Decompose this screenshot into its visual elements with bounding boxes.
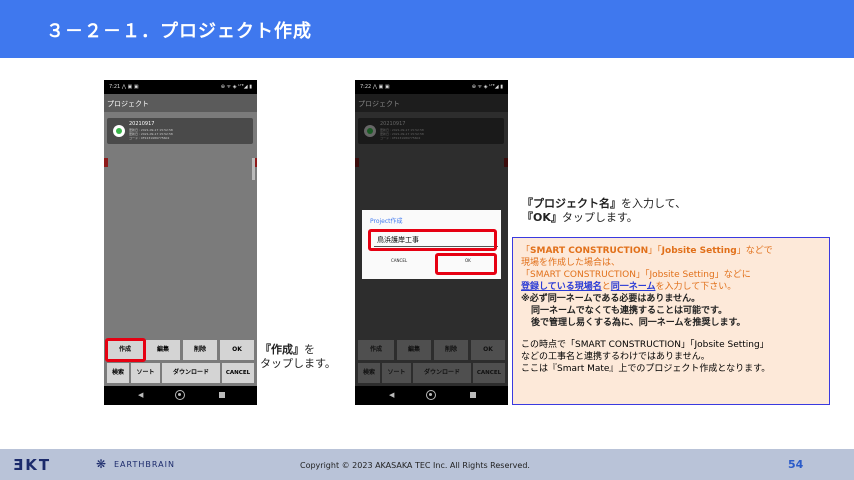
project-list-item[interactable]: 20210917 更新日 : 2021-09-17 15:52:58 更新日 :… (107, 118, 255, 180)
back-icon[interactable]: ◀ (138, 391, 143, 399)
caption-tap-create: 『作成』を タップします。 (260, 343, 336, 370)
dialog-cancel-button[interactable]: CANCEL (391, 258, 407, 263)
back-icon[interactable]: ◀ (389, 391, 394, 399)
sort-button[interactable]: ソート (382, 363, 411, 383)
scrollbar[interactable] (252, 158, 255, 180)
edit-button[interactable]: 編集 (397, 340, 431, 360)
dialog-title: Project作成 (370, 218, 403, 225)
recent-apps-icon[interactable] (219, 392, 225, 398)
sort-button[interactable]: ソート (131, 363, 160, 383)
status-time: 7:21 (109, 84, 121, 90)
android-nav-bar: ◀ (355, 386, 508, 405)
slide: ３－２－１．プロジェクト作成 7:21 ⋀ ▣ ▣ ⊕ ᯤ ◈ ᴸᵀᴱ◢ ▮ プ… (0, 0, 854, 480)
caption-enter-name: 『プロジェクト名』を入力して、 『OK』タップします。 (522, 197, 687, 224)
earthbrain-logo: EARTHBRAIN (114, 460, 175, 469)
project-list-item[interactable]: 20210917 更新日 : 2021-09-17 15:52:58 更新日 :… (358, 118, 504, 144)
edit-button[interactable]: 編集 (146, 340, 180, 360)
home-icon[interactable] (426, 390, 436, 400)
home-icon[interactable] (175, 390, 185, 400)
ok-button[interactable]: OK (220, 340, 254, 360)
status-bar: 7:21 ⋀ ▣ ▣ ⊕ ᯤ ◈ ᴸᵀᴱ◢ ▮ (104, 80, 257, 94)
button-row-secondary: 検索 ソート ダウンロード CANCEL (358, 363, 505, 383)
edge-marker (104, 158, 108, 167)
search-button[interactable]: 検索 (107, 363, 129, 383)
project-name: 20210917 (380, 121, 406, 127)
edge-marker (355, 158, 359, 167)
delete-button[interactable]: 削除 (434, 340, 468, 360)
create-button[interactable]: 作成 (358, 340, 394, 360)
system-icons: ⊕ ᯤ ◈ ᴸᵀᴱ◢ ▮ (471, 84, 503, 90)
cancel-button[interactable]: CANCEL (222, 363, 254, 383)
slide-footer: ƎKT ❋ EARTHBRAIN Copyright © 2023 AKASAK… (0, 449, 854, 480)
app-title: プロジェクト (355, 94, 508, 112)
selected-radio-icon[interactable] (113, 125, 125, 137)
slide-header: ３－２－１．プロジェクト作成 (0, 0, 854, 58)
download-button[interactable]: ダウンロード (413, 363, 471, 383)
selected-radio-icon[interactable] (364, 125, 376, 137)
edge-marker (504, 158, 508, 167)
system-icons: ⊕ ᯤ ◈ ᴸᵀᴱ◢ ▮ (220, 84, 252, 90)
akt-logo: ƎKT (13, 456, 52, 474)
earthbrain-snowflake-icon: ❋ (96, 457, 107, 471)
notification-icons: ⋀ ▣ ▣ (121, 84, 139, 90)
project-name: 20210917 (129, 121, 155, 127)
download-button[interactable]: ダウンロード (162, 363, 220, 383)
project-meta: 更新日 : 2021-09-17 15:52:58 更新日 : 2021-09-… (380, 128, 424, 140)
phone-screenshot-dialog: 7:22 ⋀ ▣ ▣ ⊕ ᯤ ◈ ᴸᵀᴱ◢ ▮ プロジェクト 20210917 … (355, 80, 508, 405)
recent-apps-icon[interactable] (470, 392, 476, 398)
delete-button[interactable]: 削除 (183, 340, 217, 360)
slide-title: ３－２－１．プロジェクト作成 (46, 21, 312, 42)
app-title: プロジェクト (104, 94, 257, 112)
status-bar: 7:22 ⋀ ▣ ▣ ⊕ ᯤ ◈ ᴸᵀᴱ◢ ▮ (355, 80, 508, 94)
notification-icons: ⋀ ▣ ▣ (372, 84, 390, 90)
phone-screenshot-list: 7:21 ⋀ ▣ ▣ ⊕ ᯤ ◈ ᴸᵀᴱ◢ ▮ プロジェクト 20210917 … (104, 80, 257, 405)
ok-button[interactable]: OK (471, 340, 505, 360)
info-note-box: 「SMART CONSTRUCTION」「Jobsite Setting」などで… (512, 237, 830, 405)
search-button[interactable]: 検索 (358, 363, 380, 383)
highlight-ok (435, 253, 497, 275)
page-number: 54 (788, 458, 804, 471)
status-time: 7:22 (360, 84, 372, 90)
button-row-primary: 作成 編集 削除 OK (358, 340, 505, 360)
copyright-text: Copyright © 2023 AKASAKA TEC Inc. All Ri… (300, 461, 530, 470)
highlight-input (368, 229, 497, 251)
button-row-secondary: 検索 ソート ダウンロード CANCEL (107, 363, 254, 383)
project-meta: 更新日 : 2021-09-17 15:52:58 更新日 : 2021-09-… (129, 128, 173, 140)
cancel-button[interactable]: CANCEL (473, 363, 505, 383)
android-nav-bar: ◀ (104, 386, 257, 405)
highlight-create (105, 338, 146, 362)
